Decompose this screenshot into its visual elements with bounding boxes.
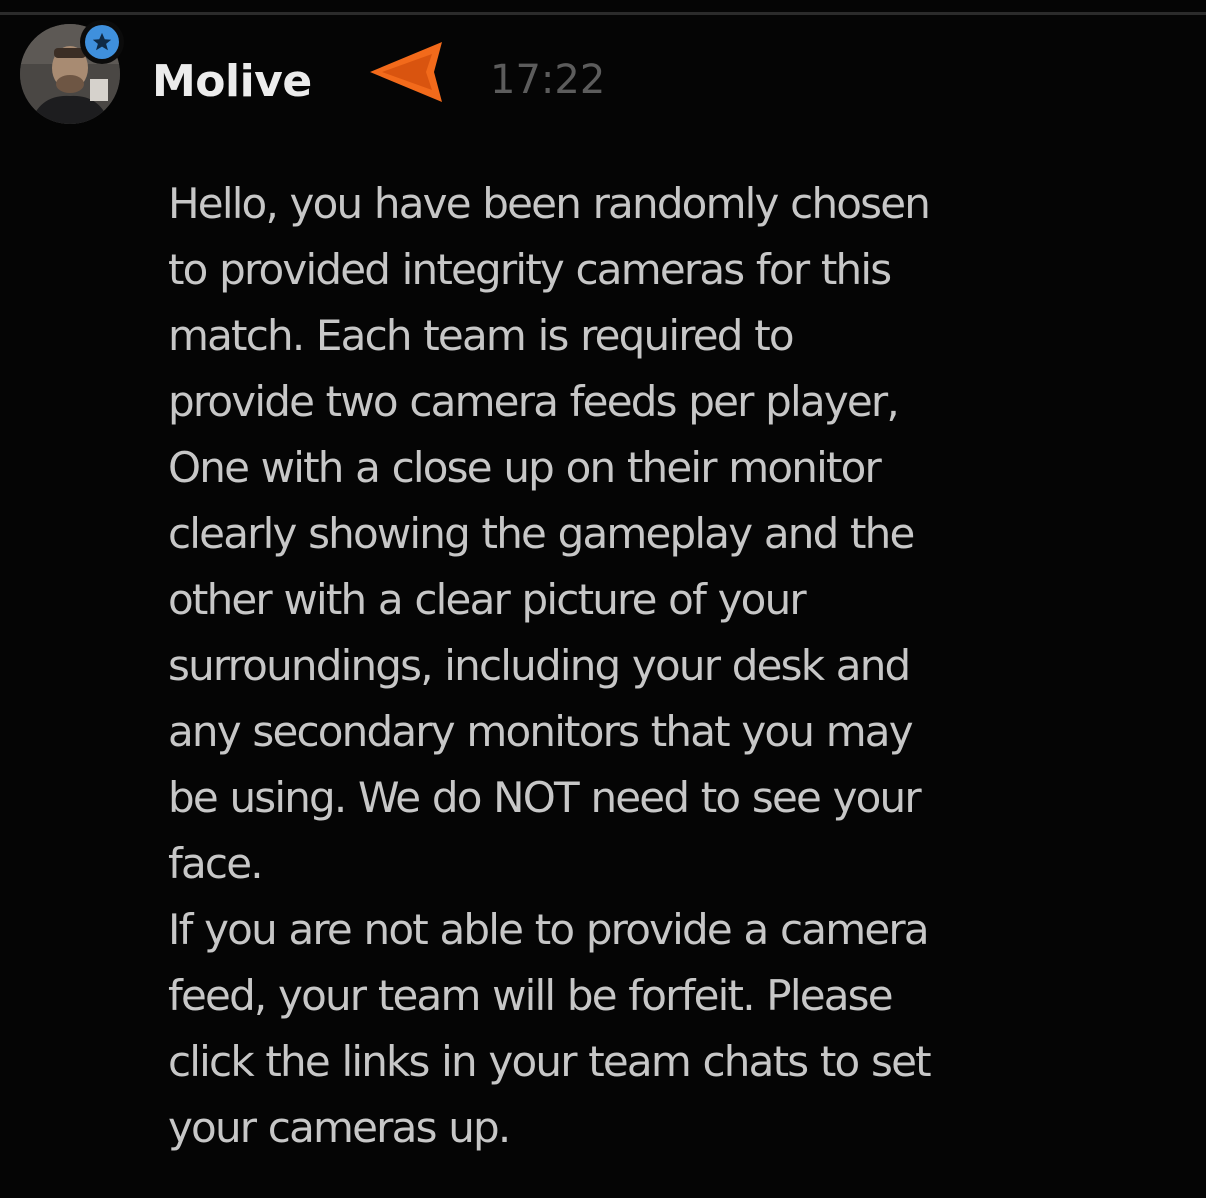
message-line: surroundings, including your desk and <box>168 641 911 690</box>
message-line: match. Each team is required to <box>168 311 795 360</box>
message-line: to provided integrity cameras for this <box>168 245 892 294</box>
message-text: Hello, you have been randomly chosen to … <box>168 171 1178 1161</box>
message-line: click the links in your team chats to se… <box>168 1037 932 1086</box>
message-line: other with a clear picture of your <box>168 575 807 624</box>
message-line: One with a close up on their monitor <box>168 443 882 492</box>
author-username[interactable]: Molive <box>152 52 312 112</box>
message-line: provide two camera feeds per player, <box>168 377 900 426</box>
orange-chevron-icon <box>370 42 442 102</box>
message-line: Hello, you have been randomly chosen <box>168 179 931 228</box>
message-line: face. <box>168 839 264 888</box>
message-line: If you are not able to provide a camera <box>168 905 930 954</box>
message-line: clearly showing the gameplay and the <box>168 509 915 558</box>
message-line: feed, your team will be forfeit. Please <box>168 971 894 1020</box>
star-badge-icon <box>80 20 124 64</box>
message-line: your cameras up. <box>168 1103 511 1152</box>
message-timestamp: 17:22 <box>490 57 606 103</box>
message-line: any secondary monitors that you may <box>168 707 914 756</box>
message-line: be using. We do NOT need to see your <box>168 773 922 822</box>
chat-message: Molive 17:22 Hello, you have been random… <box>0 0 1206 1198</box>
